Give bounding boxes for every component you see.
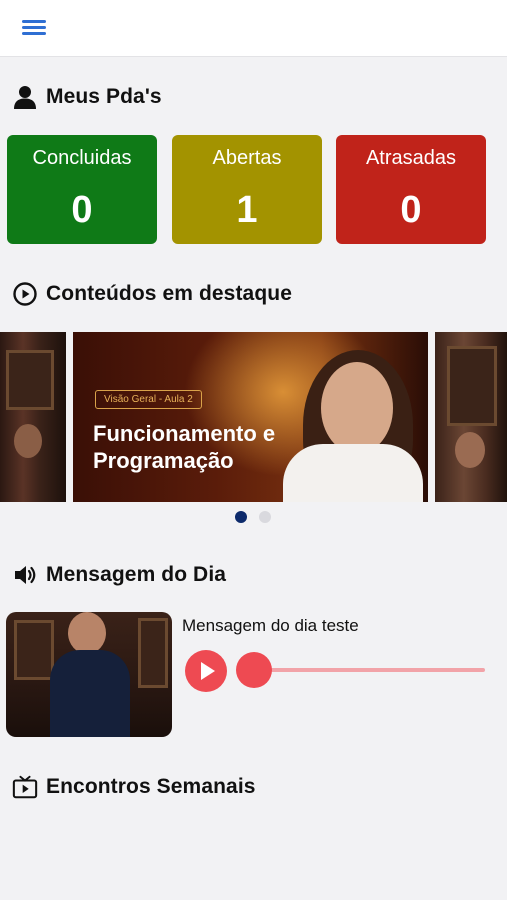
- message-section-header: Mensagem do Dia: [12, 560, 226, 590]
- picture-frame: [14, 620, 54, 680]
- carousel-dot[interactable]: [259, 511, 271, 523]
- weekly-section-title: Encontros Semanais: [46, 775, 256, 798]
- pdas-section-title: Meus Pda's: [46, 85, 162, 108]
- picture-frame: [138, 618, 168, 688]
- user-icon: [12, 84, 38, 110]
- picture-frame: [447, 346, 497, 426]
- card-count: 1: [236, 189, 258, 231]
- play-circle-icon: [12, 281, 38, 307]
- message-section-title: Mensagem do Dia: [46, 563, 227, 586]
- picture-frame: [6, 350, 54, 410]
- menu-bar-bottom: [22, 32, 46, 35]
- card-count: 0: [400, 189, 422, 231]
- card-label: Concluidas: [32, 147, 132, 169]
- person-image: [455, 432, 485, 468]
- card-abertas[interactable]: Abertas 1: [172, 135, 322, 244]
- pda-status-cards: Concluidas 0 Abertas 1 Atrasadas 0: [7, 135, 487, 245]
- featured-carousel[interactable]: Visão Geral - Aula 2 Funcionamento e Pro…: [0, 332, 507, 502]
- carousel-slide-previous[interactable]: [0, 332, 66, 502]
- top-app-bar: [0, 0, 507, 57]
- featured-section-header: Conteúdos em destaque: [12, 279, 292, 309]
- play-button[interactable]: [185, 650, 227, 692]
- audio-progress-knob[interactable]: [236, 652, 272, 688]
- carousel-slide-next[interactable]: [435, 332, 507, 502]
- pdas-section-header: Meus Pda's: [12, 82, 162, 112]
- speaker-face: [68, 612, 106, 654]
- audio-progress-track[interactable]: [253, 668, 485, 672]
- menu-bar-top: [22, 20, 46, 23]
- message-item-title: Mensagem do dia teste: [182, 616, 359, 635]
- person-image: [14, 424, 42, 458]
- tv-play-icon: [12, 774, 38, 800]
- presenter-face: [321, 362, 393, 454]
- carousel-pagination: [235, 511, 275, 525]
- card-label: Atrasadas: [365, 147, 457, 169]
- card-label: Abertas: [212, 147, 282, 169]
- featured-section-title: Conteúdos em destaque: [46, 282, 292, 305]
- message-thumbnail[interactable]: [6, 612, 172, 737]
- card-count: 0: [71, 189, 93, 231]
- speaker-icon: [12, 562, 38, 588]
- carousel-dot-active[interactable]: [235, 511, 247, 523]
- hamburger-menu-icon[interactable]: [22, 18, 48, 38]
- play-icon: [201, 662, 215, 680]
- card-concluidas[interactable]: Concluidas 0: [7, 135, 157, 244]
- speaker-suit: [50, 650, 130, 737]
- card-atrasadas[interactable]: Atrasadas 0: [336, 135, 486, 244]
- weekly-section-header: Encontros Semanais: [12, 772, 256, 802]
- slide-tag: Visão Geral - Aula 2: [95, 390, 202, 409]
- menu-bar-middle: [22, 26, 46, 29]
- slide-headline: Funcionamento e Programação: [93, 421, 276, 473]
- carousel-slide-current[interactable]: Visão Geral - Aula 2 Funcionamento e Pro…: [73, 332, 428, 502]
